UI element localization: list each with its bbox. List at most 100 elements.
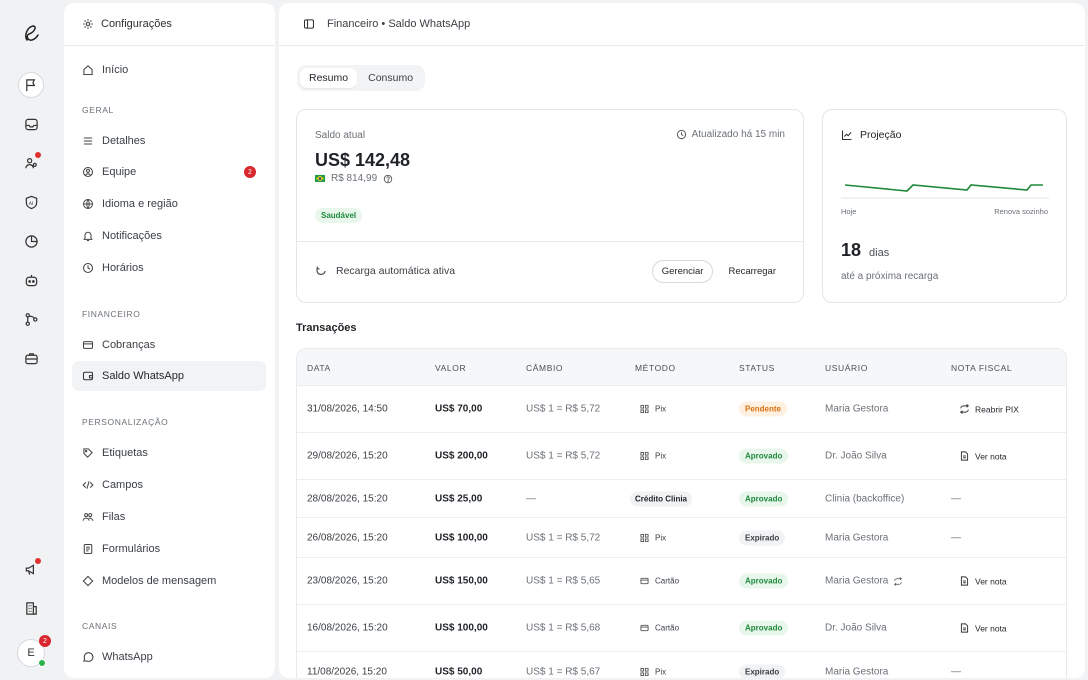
- megaphone-icon[interactable]: [18, 556, 44, 582]
- sidebar-item-formularios[interactable]: Formulários: [72, 534, 266, 564]
- pix-qr-icon: [640, 404, 649, 414]
- sidebar-item-whatsapp[interactable]: WhatsApp: [72, 642, 266, 672]
- projection-days: 18 dias: [841, 240, 889, 261]
- nf-empty: —: [951, 532, 961, 543]
- table-row[interactable]: 11/08/2026, 15:20 US$ 50,00 US$ 1 = R$ 5,6…: [297, 651, 1066, 678]
- method-text: Crédito Clinia: [635, 494, 688, 503]
- nf-text: Ver nota: [975, 451, 1007, 461]
- sidebar-item-equipe[interactable]: Equipe 2: [72, 157, 266, 187]
- table-row[interactable]: 23/08/2026, 15:20 US$ 150,00 US$ 1 = R$ 5,…: [297, 557, 1066, 604]
- view-invoice-button[interactable]: Ver nota: [959, 576, 1007, 587]
- transactions-title: Transações: [296, 322, 357, 334]
- ai-shield-icon[interactable]: AI: [18, 189, 44, 215]
- view-invoice-button[interactable]: Ver nota: [959, 623, 1007, 634]
- refresh-icon: [316, 266, 326, 276]
- pie-chart-icon[interactable]: [18, 228, 44, 254]
- flow-icon[interactable]: [18, 306, 44, 332]
- recharge-button[interactable]: Recarregar: [719, 260, 785, 283]
- table-row[interactable]: 29/08/2026, 15:20 US$ 200,00 US$ 1 = R$ 5,…: [297, 432, 1066, 479]
- cell-date: 11/08/2026, 15:20: [307, 666, 387, 677]
- cell-value: US$ 50,00: [435, 666, 482, 677]
- sidebar-item-notificacoes[interactable]: Notificações: [72, 221, 266, 251]
- clock-icon: [82, 262, 94, 274]
- value-text: US$ 50,00: [435, 666, 483, 677]
- column-header: USUÁRIO: [825, 363, 868, 373]
- svg-text:AI: AI: [28, 200, 33, 206]
- user-text: Dr. João Silva: [825, 450, 887, 462]
- recurring-icon: [894, 576, 903, 586]
- sidebar-item-etiquetas[interactable]: Etiquetas: [72, 438, 266, 468]
- user-circle-icon: [82, 166, 94, 178]
- sidebar-item-modelos[interactable]: Modelos de mensagem: [72, 566, 266, 596]
- cell-date: 23/08/2026, 15:20: [307, 576, 388, 587]
- manage-button[interactable]: Gerenciar: [651, 260, 714, 283]
- status-badge: Aprovado: [739, 448, 789, 464]
- status-badge: Expirado: [739, 530, 786, 545]
- transactions-table: DATA VALOR CÂMBIO MÉTODO STATUS USUÁRIO NOTA F…: [296, 348, 1067, 678]
- cell-user: Maria Gestora: [825, 532, 888, 543]
- days-count: 18: [841, 240, 862, 260]
- sidebar-item-idioma[interactable]: Idioma e região: [72, 189, 266, 219]
- tab-consumo[interactable]: Consumo: [359, 68, 422, 88]
- method-text: Pix: [655, 404, 667, 414]
- contacts-icon[interactable]: [18, 150, 44, 176]
- rate-text: US$ 1 = R$ 5,72: [526, 532, 601, 543]
- cell-method: Pix: [640, 405, 666, 414]
- cell-rate: US$ 1 = R$ 5,67: [526, 666, 600, 677]
- column-header: CÂMBIO: [526, 363, 564, 373]
- view-invoice-button[interactable]: Ver nota: [959, 451, 1007, 462]
- flag-icon[interactable]: [18, 72, 44, 98]
- projection-start: Hoje: [841, 207, 857, 216]
- user-text: Maria Gestora: [825, 575, 889, 587]
- sidebar-item-campos[interactable]: Campos: [72, 470, 266, 500]
- cell-status: Expirado: [739, 664, 786, 678]
- sidebar-item-label: Modelos de mensagem: [102, 575, 217, 587]
- cell-value: US$ 200,00: [435, 451, 488, 462]
- balance-status: Saudável: [315, 208, 363, 223]
- projection-subtitle: até a próxima recarga: [841, 271, 939, 282]
- user-text: Maria Gestora: [825, 666, 889, 677]
- reopen-pix-button[interactable]: Reabrir PIX: [959, 404, 1019, 415]
- document-icon: [960, 623, 969, 633]
- user-avatar[interactable]: E 2: [17, 635, 51, 667]
- notification-dot: [35, 152, 41, 158]
- form-icon: [83, 543, 93, 555]
- briefcase-icon[interactable]: [18, 345, 44, 371]
- cell-invoice: Ver nota: [959, 623, 1007, 634]
- cell-value: US$ 150,00: [435, 576, 488, 587]
- pix-qr-icon: [640, 533, 649, 542]
- settings-sidebar: Configurações Início GERAL Detalhes Equi…: [64, 3, 275, 678]
- sidebar-item-label: Saldo WhatsApp: [102, 370, 184, 382]
- cell-method: Pix: [640, 667, 666, 676]
- table-row[interactable]: 16/08/2026, 15:20 US$ 100,00 US$ 1 = R$ 5,…: [297, 604, 1066, 651]
- table-row[interactable]: 28/08/2026, 15:20 US$ 25,00 — Crédito Clini…: [297, 479, 1066, 517]
- avatar-initial: E: [27, 647, 35, 659]
- sidebar-item-label: Horários: [102, 262, 144, 274]
- table-row[interactable]: 26/08/2026, 15:20 US$ 100,00 US$ 1 = R$ 5,…: [297, 517, 1066, 557]
- bot-icon[interactable]: [18, 267, 44, 293]
- sidebar-item-horarios[interactable]: Horários: [72, 253, 266, 283]
- sidebar-item-detalhes[interactable]: Detalhes: [72, 126, 266, 156]
- credit-card-icon: [82, 341, 94, 349]
- template-icon: [82, 575, 94, 587]
- sidebar-item-cobrancas[interactable]: Cobranças: [72, 330, 266, 360]
- sidebar-toggle-icon[interactable]: [303, 18, 315, 30]
- building-icon[interactable]: [18, 595, 44, 621]
- home-icon: [83, 65, 93, 76]
- cell-user: Maria Gestora: [825, 404, 888, 415]
- line-chart-icon: [841, 130, 852, 141]
- sidebar-item-filas[interactable]: Filas: [72, 502, 266, 532]
- cell-user: Clinia (backoffice): [825, 493, 904, 504]
- brand-logo-icon[interactable]: [21, 22, 41, 44]
- sidebar-item-saldo-whatsapp[interactable]: Saldo WhatsApp: [72, 361, 266, 391]
- balance-updated: Atualizado há 15 min: [676, 129, 785, 140]
- method-credit: Crédito Clinia: [630, 491, 693, 506]
- projection-title: Projeção: [860, 129, 902, 141]
- sidebar-item-inicio[interactable]: Início: [72, 55, 266, 85]
- inbox-icon[interactable]: [18, 111, 44, 137]
- table-row[interactable]: 31/08/2026, 14:50 US$ 70,00 US$ 1 = R$ 5,7…: [297, 385, 1066, 432]
- pix-qr-icon: [640, 451, 649, 461]
- sidebar-item-label: Cobranças: [102, 339, 156, 351]
- help-icon[interactable]: [383, 174, 393, 184]
- tab-resumo[interactable]: Resumo: [300, 68, 358, 88]
